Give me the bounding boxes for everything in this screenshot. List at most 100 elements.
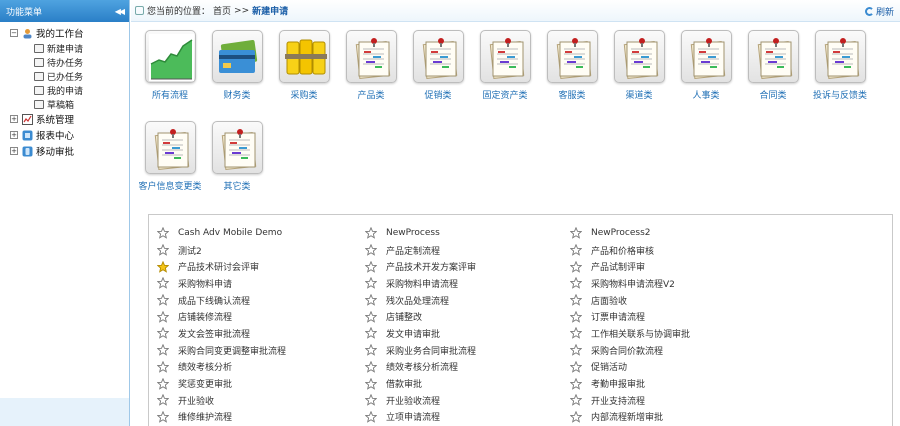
star-outline-icon[interactable] [569, 327, 583, 340]
double-chevron-left-icon[interactable]: ◀◀ [115, 7, 125, 16]
category-label[interactable]: 财务类 [200, 88, 274, 101]
process-item[interactable]: 借款审批 [364, 375, 476, 392]
star-outline-icon[interactable] [364, 227, 378, 240]
process-item[interactable]: 考勤申报审批 [569, 375, 690, 392]
process-item[interactable]: 奖惩变更审批 [156, 375, 286, 392]
star-outline-icon[interactable] [156, 327, 170, 340]
expand-toggle-icon[interactable]: + [10, 147, 18, 155]
process-label[interactable]: 采购合同变更调整审批流程 [178, 344, 286, 357]
process-item[interactable]: 采购物料申请流程V2 [569, 275, 690, 292]
star-outline-icon[interactable] [364, 243, 378, 256]
process-item[interactable]: 立项申请流程 [364, 409, 476, 426]
process-item[interactable]: 开业支持流程 [569, 392, 690, 409]
process-item[interactable]: 开业验收 [156, 392, 286, 409]
star-outline-icon[interactable] [156, 293, 170, 306]
process-label[interactable]: 测试2 [178, 244, 202, 257]
process-label[interactable]: NewProcess2 [591, 228, 651, 238]
category-tile-7[interactable]: 渠道类 [606, 27, 672, 107]
sidebar-subitem-4[interactable]: 草稿箱 [0, 97, 129, 111]
process-label[interactable]: 产品试制评审 [591, 260, 645, 273]
star-outline-icon[interactable] [364, 343, 378, 356]
clipboard-doc-icon[interactable] [413, 30, 464, 83]
category-tile-1[interactable]: 财务类 [204, 27, 270, 107]
process-item[interactable]: 成品下线确认流程 [156, 292, 286, 309]
process-label[interactable]: 成品下线确认流程 [178, 294, 250, 307]
star-outline-icon[interactable] [156, 277, 170, 290]
category-tile-5[interactable]: 固定资产类 [472, 27, 538, 107]
star-outline-icon[interactable] [364, 360, 378, 373]
sidebar-item-3[interactable]: + 移动审批 [0, 143, 129, 159]
process-label[interactable]: 产品技术开发方案评审 [386, 260, 476, 273]
category-tile-4[interactable]: 促销类 [405, 27, 471, 107]
star-filled-icon[interactable] [156, 260, 170, 273]
process-item[interactable]: 采购业务合同审批流程 [364, 342, 476, 359]
category-label[interactable]: 渠道类 [602, 88, 676, 101]
category-label[interactable]: 固定资产类 [468, 88, 542, 101]
clipboard-doc-icon[interactable] [748, 30, 799, 83]
category-tile-9[interactable]: 合同类 [740, 27, 806, 107]
clipboard-doc-icon[interactable] [681, 30, 732, 83]
process-label[interactable]: NewProcess [386, 228, 440, 238]
process-item[interactable]: 产品技术研讨会评审 [156, 258, 286, 275]
clipboard-doc-icon[interactable] [815, 30, 866, 83]
gold-bars-icon[interactable] [279, 30, 330, 83]
expand-toggle-icon[interactable]: + [10, 131, 18, 139]
refresh-button[interactable]: 刷新 [864, 5, 894, 18]
process-item[interactable]: Cash Adv Mobile Demo [156, 225, 286, 242]
process-label[interactable]: 立项申请流程 [386, 410, 440, 423]
sidebar-item-2[interactable]: + 报表中心 [0, 127, 129, 143]
category-tile-12[interactable]: 其它类 [204, 118, 270, 198]
process-label[interactable]: 发文申请审批 [386, 327, 440, 340]
star-outline-icon[interactable] [569, 293, 583, 306]
clipboard-doc-icon[interactable] [145, 121, 196, 174]
process-item[interactable]: NewProcess [364, 225, 476, 242]
star-outline-icon[interactable] [364, 410, 378, 423]
star-outline-icon[interactable] [569, 393, 583, 406]
process-label[interactable]: 考勤申报审批 [591, 377, 645, 390]
star-outline-icon[interactable] [569, 360, 583, 373]
process-item[interactable]: 采购物料申请流程 [364, 275, 476, 292]
star-outline-icon[interactable] [569, 377, 583, 390]
process-item[interactable]: 采购合同价款流程 [569, 342, 690, 359]
clipboard-doc-icon[interactable] [346, 30, 397, 83]
category-label[interactable]: 投诉与反馈类 [803, 88, 877, 101]
process-item[interactable]: 残次品处理流程 [364, 292, 476, 309]
star-outline-icon[interactable] [156, 343, 170, 356]
sidebar-subitem-0[interactable]: 新建申请 [0, 41, 129, 55]
process-item[interactable]: 店面验收 [569, 292, 690, 309]
credit-card-icon[interactable] [212, 30, 263, 83]
star-outline-icon[interactable] [156, 410, 170, 423]
star-outline-icon[interactable] [364, 293, 378, 306]
process-label[interactable]: 奖惩变更审批 [178, 377, 232, 390]
category-tile-10[interactable]: 投诉与反馈类 [807, 27, 873, 107]
process-label[interactable]: 开业验收流程 [386, 394, 440, 407]
process-item[interactable]: 订票申请流程 [569, 308, 690, 325]
star-outline-icon[interactable] [364, 393, 378, 406]
process-label[interactable]: 产品技术研讨会评审 [178, 260, 259, 273]
star-outline-icon[interactable] [569, 260, 583, 273]
process-label[interactable]: Cash Adv Mobile Demo [178, 228, 282, 238]
star-outline-icon[interactable] [569, 227, 583, 240]
category-label[interactable]: 产品类 [334, 88, 408, 101]
sidebar-subitem-1[interactable]: 待办任务 [0, 55, 129, 69]
process-item[interactable]: 采购物料申请 [156, 275, 286, 292]
sidebar-item-1[interactable]: + 系统管理 [0, 111, 129, 127]
breadcrumb-home-link[interactable]: 首页 [213, 4, 231, 17]
process-label[interactable]: 订票申请流程 [591, 310, 645, 323]
process-item[interactable]: 店铺装修流程 [156, 308, 286, 325]
process-item[interactable]: 发文申请审批 [364, 325, 476, 342]
category-tile-0[interactable]: 所有流程 [137, 27, 203, 107]
star-outline-icon[interactable] [569, 310, 583, 323]
process-label[interactable]: 促销活动 [591, 360, 627, 373]
process-label[interactable]: 采购物料申请流程V2 [591, 277, 675, 290]
category-tile-8[interactable]: 人事类 [673, 27, 739, 107]
clipboard-doc-icon[interactable] [547, 30, 598, 83]
process-label[interactable]: 发文会签审批流程 [178, 327, 250, 340]
star-outline-icon[interactable] [364, 277, 378, 290]
expand-toggle-icon[interactable]: + [10, 115, 18, 123]
process-label[interactable]: 绩效考核分析 [178, 360, 232, 373]
category-label[interactable]: 所有流程 [133, 88, 207, 101]
star-outline-icon[interactable] [569, 243, 583, 256]
process-label[interactable]: 采购物料申请流程 [386, 277, 458, 290]
category-tile-6[interactable]: 客服类 [539, 27, 605, 107]
